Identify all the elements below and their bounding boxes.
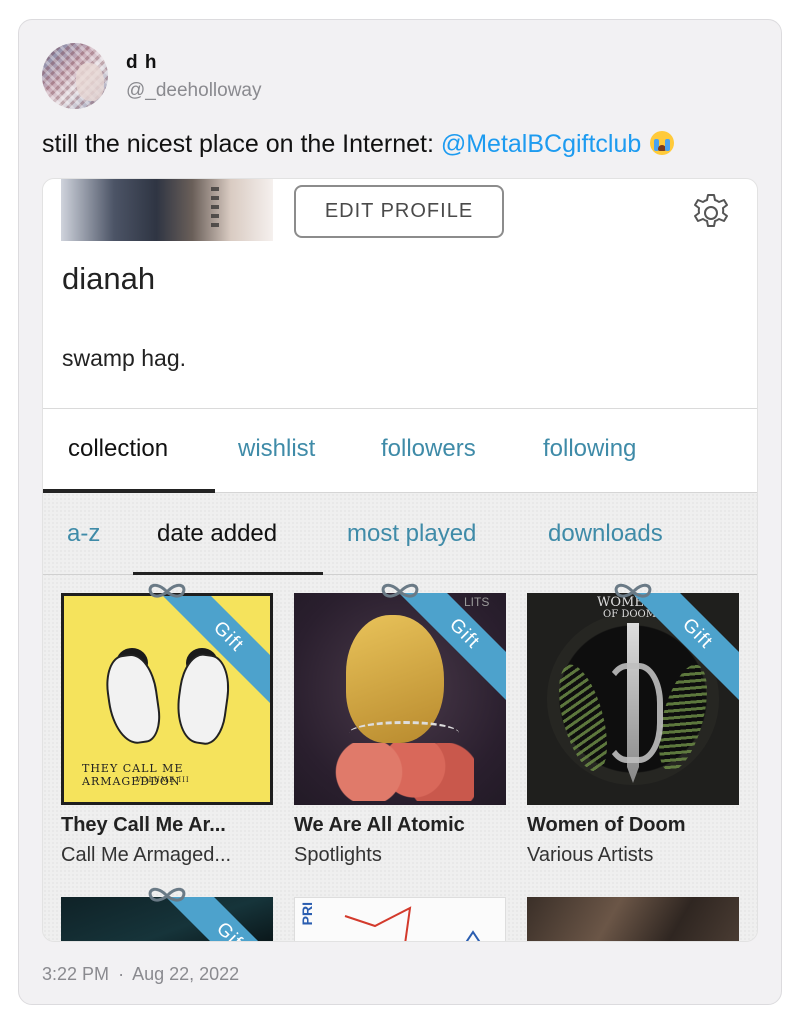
tweet-time: 3:22 PM xyxy=(42,964,110,984)
sort-tab-a-z[interactable]: a-z xyxy=(67,520,100,548)
album-item[interactable]: THEY CALL ME ARMAGEDDON VOLUME III Gift … xyxy=(61,583,273,883)
album-cover[interactable]: THEY CALL ME ARMAGEDDON VOLUME III Gift xyxy=(61,593,273,805)
profile-header: EDIT PROFILE dianah swamp hag. xyxy=(43,179,757,409)
tab-following[interactable]: following xyxy=(543,435,636,463)
album-cover[interactable] xyxy=(527,897,739,941)
collection-panel: a-z date added most played downloads THE… xyxy=(43,493,757,941)
profile-name: dianah xyxy=(62,261,156,296)
album-title[interactable]: We Are All Atomic xyxy=(294,814,465,837)
cover-text: PRI xyxy=(299,902,315,926)
mention-link[interactable]: @MetalBCgiftclub xyxy=(441,130,641,158)
profile-photo xyxy=(61,179,273,241)
main-tabs: collection wishlist followers following xyxy=(43,409,757,493)
cover-text: LITS xyxy=(464,595,490,609)
tab-wishlist[interactable]: wishlist xyxy=(238,435,315,463)
album-title[interactable]: They Call Me Ar... xyxy=(61,814,226,837)
star-shape xyxy=(344,906,481,941)
gift-bow-icon xyxy=(148,583,186,598)
album-cover[interactable]: WOMEN OF DOOM Gift xyxy=(527,593,739,805)
album-artist[interactable]: Spotlights xyxy=(294,844,382,867)
gift-bow-icon xyxy=(614,583,652,598)
cover-subtext: VOLUME III xyxy=(136,776,190,784)
cover-text: THEY CALL ME ARMAGEDDON xyxy=(82,762,184,788)
avatar[interactable] xyxy=(42,43,108,109)
display-name[interactable]: d h xyxy=(126,52,158,74)
tab-followers[interactable]: followers xyxy=(381,435,476,463)
album-title[interactable]: Women of Doom xyxy=(527,814,686,837)
sort-tab-most-played[interactable]: most played xyxy=(347,520,476,548)
album-item[interactable]: WOMEN OF DOOM Gift Women of Doom Various … xyxy=(527,583,739,883)
tweet-card: d h @_deeholloway still the nicest place… xyxy=(18,19,782,1005)
album-cover[interactable]: PRI xyxy=(294,897,506,941)
loudly-crying-face-icon xyxy=(650,131,675,155)
album-item[interactable]: LITS Gift We Are All Atomic Spotlights xyxy=(294,583,506,883)
edit-profile-button[interactable]: EDIT PROFILE xyxy=(294,185,504,238)
album-item[interactable]: Gift xyxy=(61,887,273,941)
cover-subtext: OF DOOM xyxy=(603,609,656,620)
tweet-date: Aug 22, 2022 xyxy=(132,964,240,984)
tweet-timestamp[interactable]: 3:22 PM · Aug 22, 2022 xyxy=(42,964,239,985)
timestamp-separator: · xyxy=(118,964,125,984)
sort-tab-downloads[interactable]: downloads xyxy=(548,520,663,548)
album-item[interactable] xyxy=(527,897,739,941)
sort-tabs: a-z date added most played downloads xyxy=(43,493,757,575)
profile-bio: swamp hag. xyxy=(62,345,187,371)
album-cover[interactable]: LITS Gift xyxy=(294,593,506,805)
album-artist[interactable]: Various Artists xyxy=(527,844,653,867)
album-artist[interactable]: Call Me Armaged... xyxy=(61,844,231,867)
sort-tab-date-added[interactable]: date added xyxy=(157,520,277,548)
tweet-text-prefix: still the nicest place on the Internet: xyxy=(42,130,441,158)
gear-icon[interactable] xyxy=(689,191,733,235)
tweet-text: still the nicest place on the Internet: … xyxy=(42,130,675,159)
album-item[interactable]: PRI xyxy=(294,897,506,941)
active-sort-indicator xyxy=(133,572,323,575)
user-handle[interactable]: @_deeholloway xyxy=(126,80,262,102)
tab-collection[interactable]: collection xyxy=(68,435,168,463)
gift-bow-icon xyxy=(381,583,419,598)
embedded-screenshot[interactable]: EDIT PROFILE dianah swamp hag. collectio… xyxy=(42,178,758,942)
gift-bow-icon xyxy=(148,887,186,902)
